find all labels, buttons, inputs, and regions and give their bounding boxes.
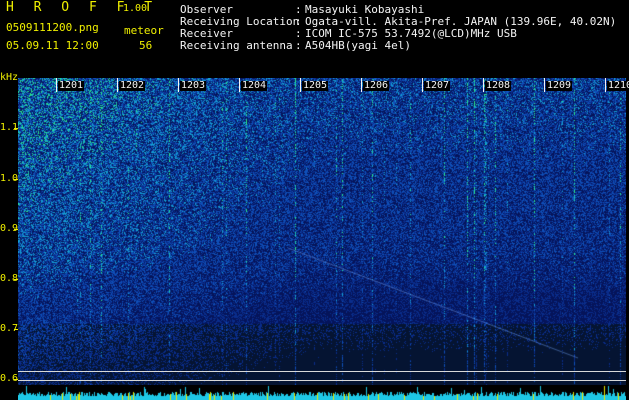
x-tick-label: 1205 [302, 80, 329, 91]
x-tick-label: 1203 [180, 80, 207, 91]
signal-level-strip [18, 385, 626, 400]
x-tick-mark [544, 78, 545, 92]
x-tick-mark [422, 78, 423, 92]
date-time: 05.09.11 12:00 [6, 39, 99, 52]
x-tick-mark [239, 78, 240, 92]
x-tick-mark [605, 78, 606, 92]
x-tick-mark [117, 78, 118, 92]
x-tick-label: 1201 [58, 80, 85, 91]
x-tick-label: 1206 [363, 80, 390, 91]
x-tick-label: 1204 [241, 80, 268, 91]
x-tick-label: 1208 [485, 80, 512, 91]
baseline-marker [18, 371, 626, 372]
baseline-marker [18, 380, 626, 381]
x-tick-label: 1210 [607, 81, 629, 91]
colon: : [295, 39, 302, 52]
antenna-value: A504HB(yagi 4el) [305, 39, 411, 52]
x-tick-label: 1207 [424, 80, 451, 91]
spectrogram-canvas [18, 78, 626, 385]
x-tick-mark [300, 78, 301, 92]
meteor-count: 56 [139, 39, 153, 52]
app-version: 1.00 [123, 3, 148, 14]
y-axis: 1.1 1.0 0.9 0.8 0.7 0.6 [0, 78, 18, 385]
x-tick-mark [178, 78, 179, 92]
x-tick-label: 1202 [119, 80, 146, 91]
x-tick-mark [483, 78, 484, 92]
meteor-label: meteor [124, 24, 164, 37]
antenna-label: Receiving antenna [180, 39, 293, 52]
x-tick-label: 1209 [546, 80, 573, 91]
x-tick-mark [361, 78, 362, 92]
file-name: 0509111200.png [6, 21, 99, 34]
spectrogram-view[interactable] [18, 78, 626, 385]
header-panel: H R O F F T 1.00 0509111200.png meteor 0… [0, 0, 629, 78]
x-tick-mark [56, 78, 57, 92]
